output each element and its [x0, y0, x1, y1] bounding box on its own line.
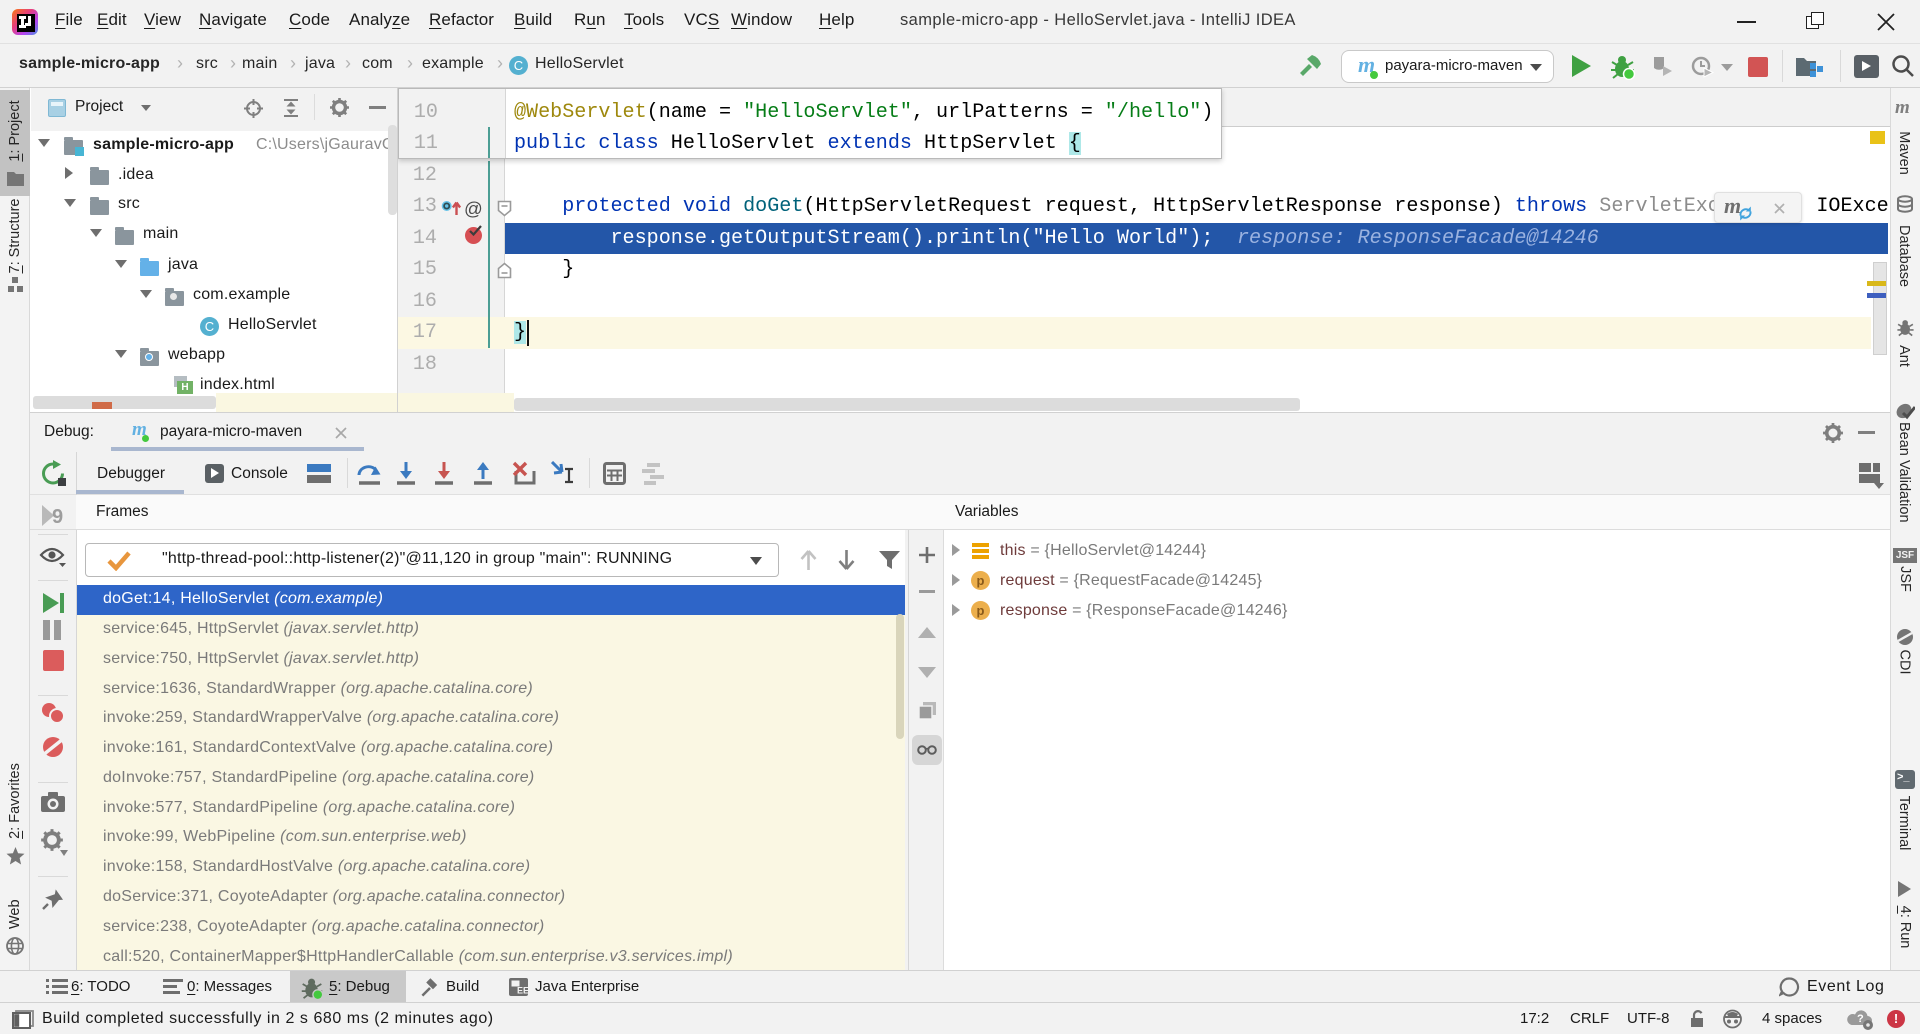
svg-text:EE: EE — [517, 986, 529, 996]
svg-text:9: 9 — [52, 506, 63, 528]
svg-text:?: ? — [1857, 1013, 1864, 1025]
